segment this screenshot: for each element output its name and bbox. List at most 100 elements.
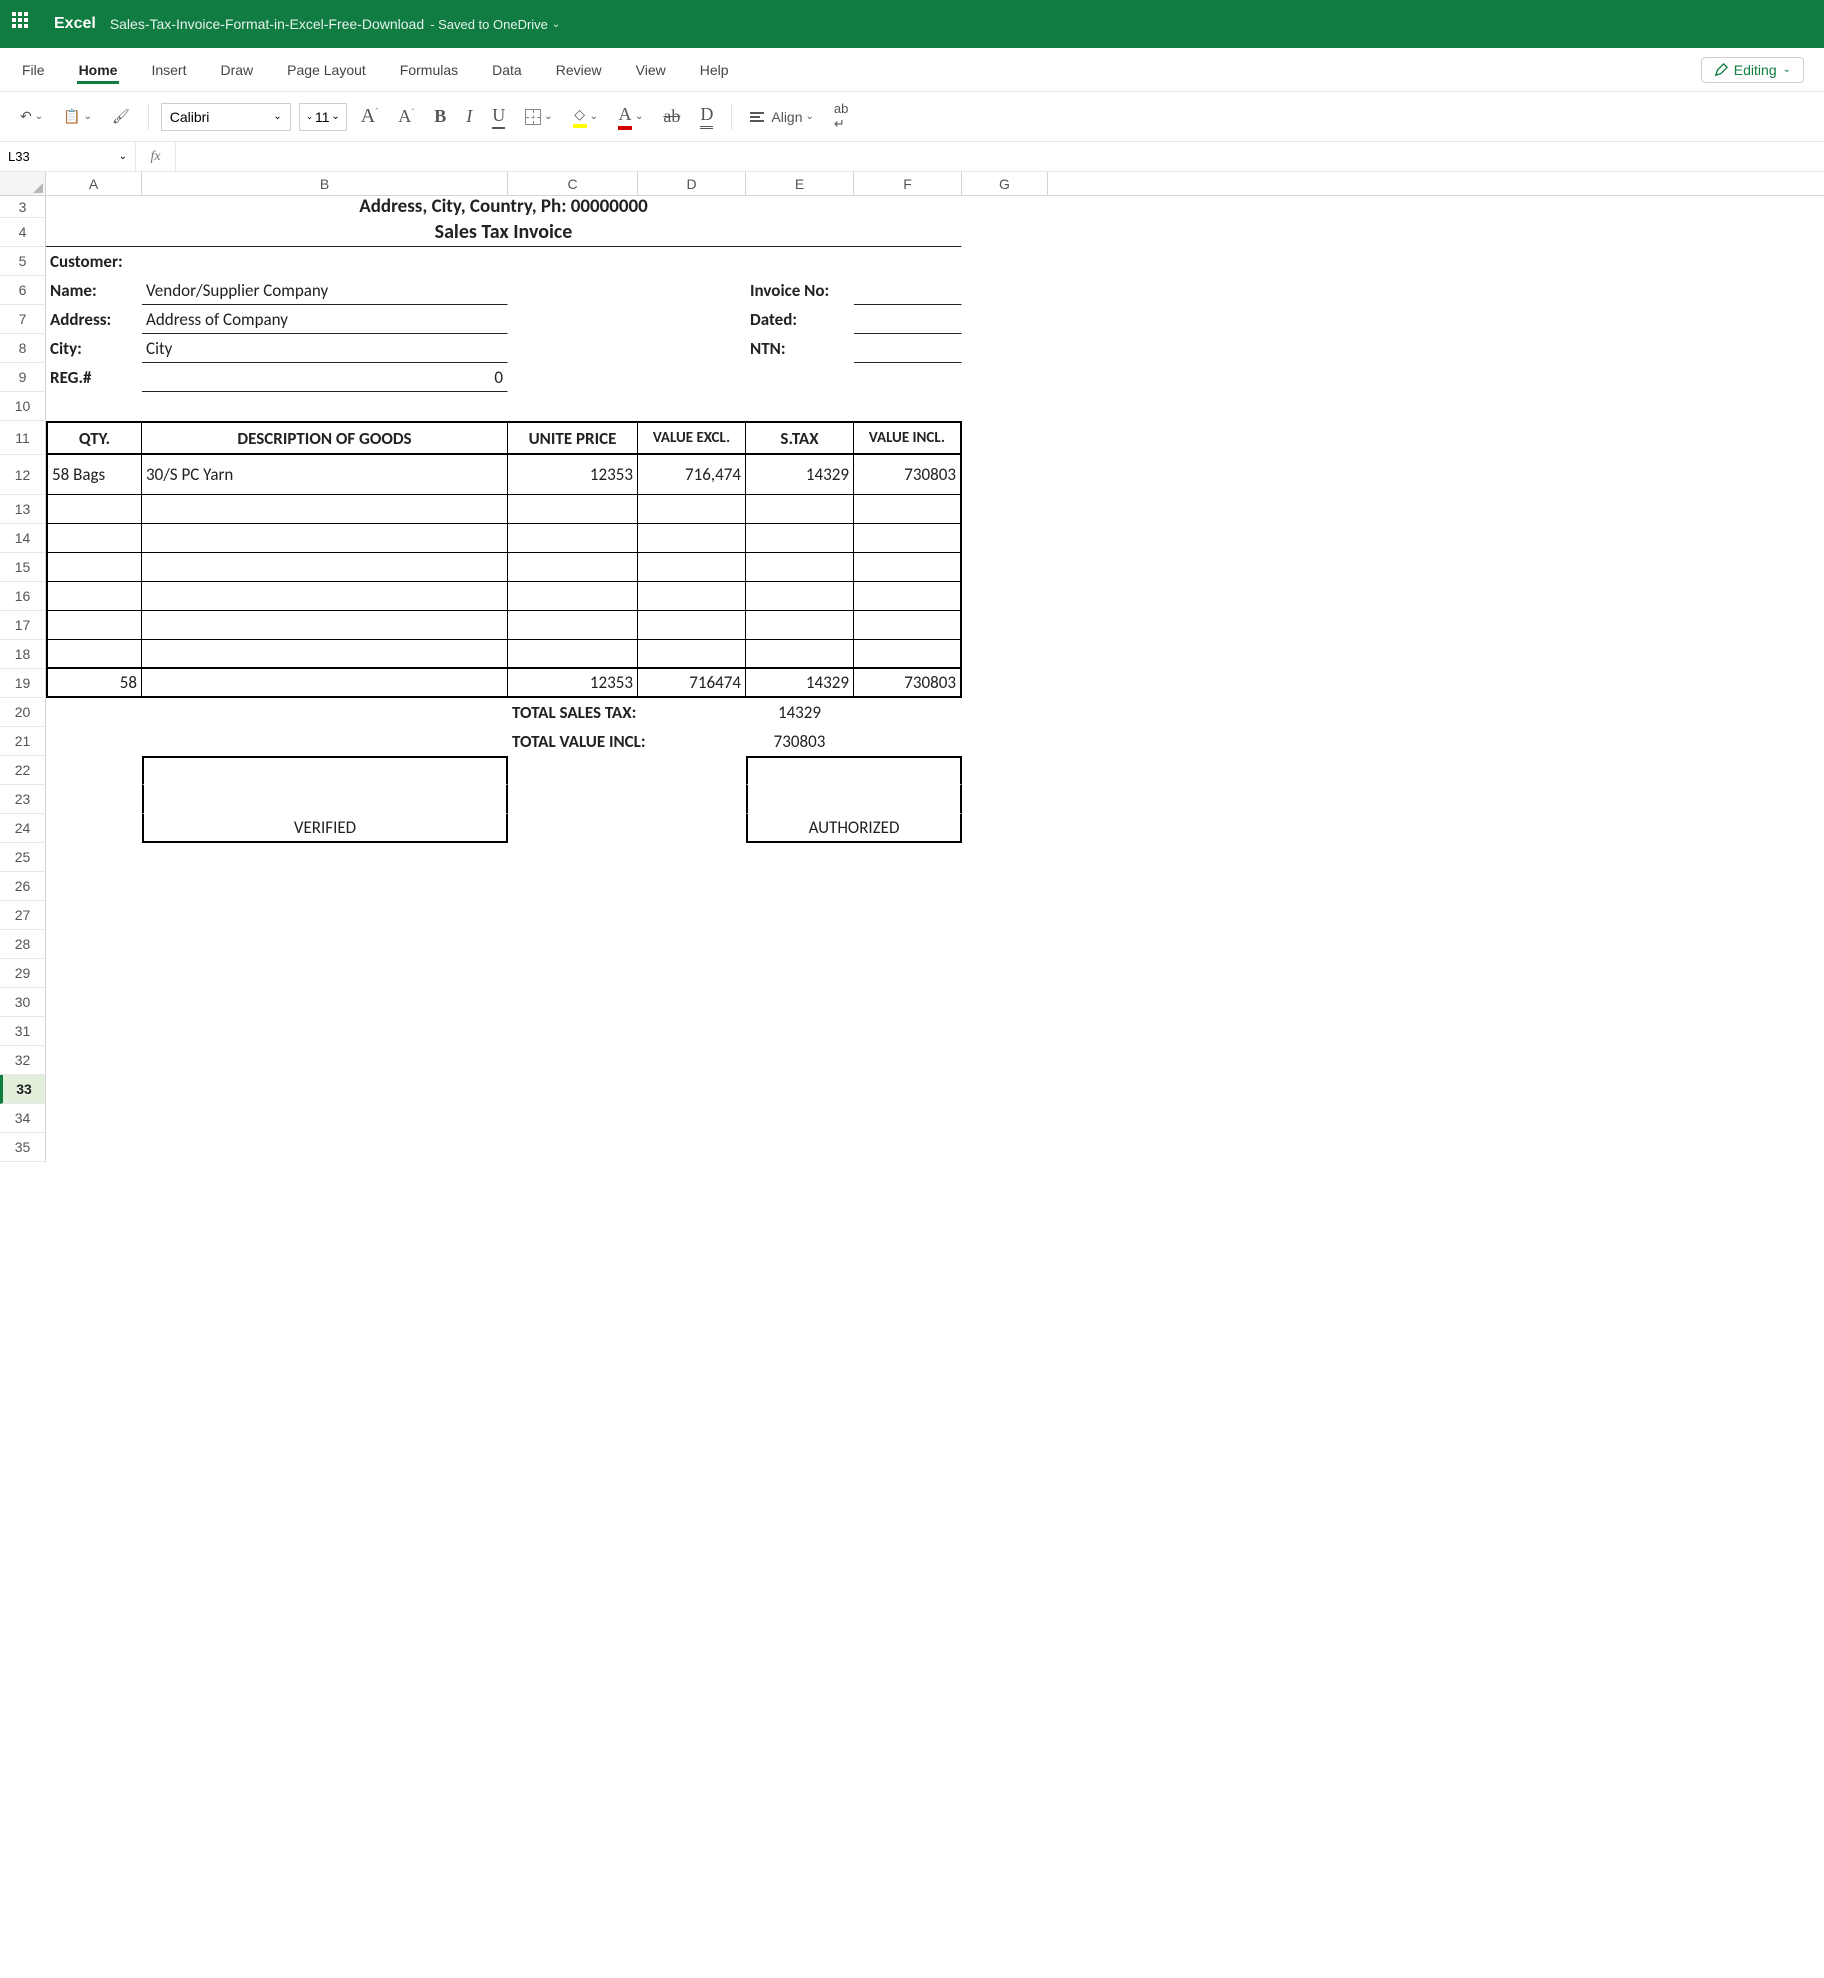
cell-name-lbl[interactable]: Name: (46, 276, 142, 305)
row-header[interactable]: 18 (0, 640, 46, 669)
row-header[interactable]: 9 (0, 363, 46, 392)
row-header[interactable]: 32 (0, 1046, 46, 1075)
cell[interactable] (46, 553, 142, 582)
cell-invoice-no-lbl[interactable]: Invoice No: (746, 276, 854, 305)
cell[interactable] (46, 1133, 1048, 1162)
cell[interactable] (46, 872, 1048, 901)
menu-help[interactable]: Help (698, 56, 731, 84)
tot-value-incl-lbl[interactable]: TOTAL VALUE INCL: (508, 727, 746, 756)
row-header[interactable]: 19 (0, 669, 46, 698)
save-status[interactable]: - Saved to OneDrive ⌄ (430, 17, 560, 32)
cell[interactable] (962, 814, 1048, 843)
cell[interactable] (46, 727, 142, 756)
cell-address-val[interactable]: Address of Company (142, 305, 508, 334)
cell[interactable] (746, 582, 854, 611)
cell-name-val[interactable]: Vendor/Supplier Company (142, 276, 508, 305)
cell[interactable] (638, 785, 746, 814)
cell[interactable] (142, 640, 508, 669)
fill-color-button[interactable]: ◇⌄ (567, 102, 604, 132)
col-header-f[interactable]: F (854, 172, 962, 195)
cell-authorized-box[interactable] (746, 756, 962, 785)
row-header[interactable]: 29 (0, 959, 46, 988)
cell[interactable] (854, 247, 962, 276)
cell[interactable] (46, 640, 142, 669)
tot-value-incl-val[interactable]: 730803 (746, 727, 854, 756)
cell[interactable] (962, 334, 1048, 363)
line-vincl[interactable]: 730803 (854, 455, 962, 495)
cell[interactable] (638, 495, 746, 524)
cell[interactable] (854, 495, 962, 524)
cell[interactable] (46, 1075, 1048, 1104)
cell[interactable] (46, 785, 142, 814)
cell[interactable] (962, 247, 1048, 276)
row-header[interactable]: 7 (0, 305, 46, 334)
editing-mode-button[interactable]: Editing ⌄ (1701, 57, 1804, 83)
menu-view[interactable]: View (634, 56, 668, 84)
cell[interactable] (508, 363, 638, 392)
cell[interactable] (142, 611, 508, 640)
row-header[interactable]: 24 (0, 814, 46, 843)
hdr-desc[interactable]: DESCRIPTION OF GOODS (142, 421, 508, 455)
cell[interactable] (854, 640, 962, 669)
cell[interactable] (854, 698, 962, 727)
cell[interactable] (962, 698, 1048, 727)
cell-doc-title[interactable]: Sales Tax Invoice (46, 218, 962, 247)
row-header[interactable]: 30 (0, 988, 46, 1017)
cell[interactable] (746, 247, 854, 276)
row-header[interactable]: 26 (0, 872, 46, 901)
fx-icon[interactable]: fx (136, 142, 176, 171)
cell[interactable] (746, 524, 854, 553)
row-header[interactable]: 21 (0, 727, 46, 756)
menu-pagelayout[interactable]: Page Layout (285, 56, 368, 84)
row-header[interactable]: 4 (0, 218, 46, 247)
underline-button[interactable]: U (486, 101, 511, 133)
cell[interactable] (746, 553, 854, 582)
document-name[interactable]: Sales-Tax-Invoice-Format-in-Excel-Free-D… (110, 16, 424, 32)
row-header[interactable]: 27 (0, 901, 46, 930)
cell[interactable] (142, 582, 508, 611)
cell[interactable] (508, 305, 638, 334)
cell[interactable] (142, 698, 508, 727)
tot-qty[interactable]: 58 (46, 669, 142, 698)
paste-button[interactable]: 📋⌄ (57, 104, 98, 129)
cell[interactable] (508, 247, 638, 276)
tot-uprice[interactable]: 12353 (508, 669, 638, 698)
cell[interactable] (508, 582, 638, 611)
cell-verified[interactable]: VERIFIED (142, 814, 508, 843)
cell[interactable] (854, 524, 962, 553)
cell[interactable] (142, 785, 508, 814)
col-header-b[interactable]: B (142, 172, 508, 195)
select-all-corner[interactable] (0, 172, 46, 195)
cell-reg-val[interactable]: 0 (142, 363, 508, 392)
cell[interactable] (46, 1046, 1048, 1075)
cell[interactable] (962, 582, 1048, 611)
cell[interactable] (142, 495, 508, 524)
app-launcher-icon[interactable] (12, 12, 36, 36)
cell[interactable] (854, 582, 962, 611)
tot-vincl[interactable]: 730803 (854, 669, 962, 698)
cell[interactable] (508, 495, 638, 524)
row-header[interactable]: 15 (0, 553, 46, 582)
cell[interactable] (508, 611, 638, 640)
formula-input[interactable] (176, 142, 1824, 171)
font-color-button[interactable]: A⌄ (612, 100, 649, 134)
menu-data[interactable]: Data (490, 56, 524, 84)
grow-font-button[interactable]: Aˆ (355, 101, 384, 132)
cell[interactable] (508, 553, 638, 582)
cell[interactable] (962, 611, 1048, 640)
row-header[interactable]: 5 (0, 247, 46, 276)
cell[interactable] (638, 582, 746, 611)
line-qty[interactable]: 58 Bags (46, 455, 142, 495)
cell[interactable] (962, 276, 1048, 305)
cell-dated-lbl[interactable]: Dated: (746, 305, 854, 334)
cell[interactable] (508, 276, 638, 305)
cell[interactable] (638, 363, 746, 392)
cell[interactable] (746, 611, 854, 640)
name-box[interactable]: L33⌄ (0, 142, 136, 171)
menu-home[interactable]: Home (77, 56, 120, 84)
cell[interactable] (962, 495, 1048, 524)
cell[interactable] (638, 276, 746, 305)
col-header-e[interactable]: E (746, 172, 854, 195)
cell[interactable] (46, 930, 1048, 959)
align-button[interactable]: Align ⌄ (744, 105, 820, 129)
